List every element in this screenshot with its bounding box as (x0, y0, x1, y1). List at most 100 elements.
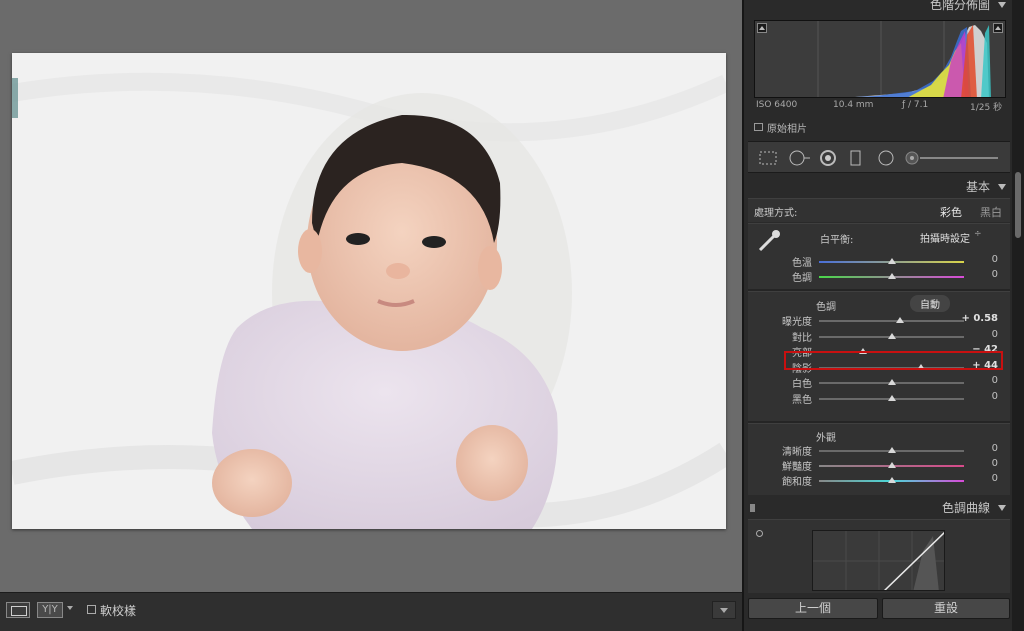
radial-filter-icon[interactable] (876, 150, 896, 166)
histogram-graph (754, 20, 1006, 98)
target-adjust-icon[interactable] (756, 530, 763, 537)
slider-label: 對比 (792, 332, 812, 344)
graduated-filter-icon[interactable] (848, 150, 864, 166)
previous-button[interactable]: 上一個 (748, 598, 878, 619)
slider-row: 黑色 0 (748, 391, 1010, 407)
slider-value[interactable]: 0 (958, 458, 998, 469)
slider-label: 白色 (792, 379, 812, 390)
tone-curve-graph[interactable] (812, 530, 945, 591)
treatment-label: 處理方式: (754, 208, 798, 219)
slider-track[interactable] (819, 394, 964, 401)
treatment-row: 處理方式: 彩色 黑白 (748, 198, 1010, 222)
slider-value[interactable]: 0 (958, 254, 998, 265)
histogram-plot (755, 21, 1005, 97)
exif-iso: ISO 6400 (756, 100, 798, 110)
basic-header[interactable]: 基本 (748, 178, 1010, 198)
slider-track[interactable] (819, 462, 964, 468)
slider-value[interactable]: 0 (958, 269, 998, 280)
slider-label: 飽和度 (782, 477, 812, 488)
exif-aperture: ƒ / 7.1 (902, 100, 929, 110)
soft-proof-checkbox[interactable] (87, 605, 96, 614)
slider-label: 色調 (792, 273, 812, 284)
collapse-triangle-icon[interactable] (998, 2, 1006, 8)
slider-row: 白色 0 (748, 375, 1010, 391)
slider-track[interactable] (819, 273, 964, 279)
original-photo-checkbox[interactable] (754, 123, 763, 131)
slider-knob[interactable] (887, 477, 896, 483)
histogram-title: 色階分佈圖 (929, 0, 990, 12)
slider-track[interactable] (819, 379, 964, 385)
tool-strip (748, 141, 1010, 173)
slider-value[interactable]: + 0.58 (958, 313, 998, 324)
chevron-down-icon[interactable] (67, 606, 73, 610)
slider-value[interactable]: 0 (958, 391, 998, 402)
treatment-color-button[interactable]: 彩色 (940, 204, 962, 220)
tone-curve-header[interactable]: 色調曲線 (748, 499, 1010, 519)
slider-track[interactable] (819, 332, 964, 339)
white-balance-label: 白平衡: (820, 235, 854, 246)
tone-curve-title: 色調曲線 (941, 501, 990, 515)
panel-scrollbar[interactable] (1012, 0, 1024, 631)
spot-removal-icon[interactable] (788, 150, 812, 166)
collapse-triangle-icon[interactable] (998, 184, 1006, 190)
exif-focal-length: 10.4 mm (833, 100, 874, 110)
presence-label: 外觀 (816, 433, 836, 444)
soft-proof-label: 軟校樣 (100, 604, 137, 618)
slider-value[interactable]: 0 (958, 473, 998, 484)
crop-icon[interactable] (758, 150, 778, 166)
reset-button[interactable]: 重設 (882, 598, 1010, 619)
slider-knob[interactable] (896, 317, 905, 323)
slider-row: 對比 0 (748, 329, 1010, 345)
slider-knob[interactable] (887, 258, 896, 264)
baby-photo[interactable] (12, 53, 726, 529)
slider-track[interactable] (819, 258, 964, 264)
auto-tone-button[interactable]: 自動 (910, 295, 950, 312)
adjustment-brush-icon[interactable] (904, 150, 1004, 166)
lightroom-develop-window: Y|Y 軟校樣 色階分佈圖 ISO 6400 10.4 mm ƒ / 7.1 1… (0, 0, 1024, 631)
photo-illustration (12, 53, 726, 529)
slider-label: 鮮豔度 (782, 462, 812, 473)
slider-track[interactable] (819, 447, 964, 453)
loupe-view-button[interactable] (6, 602, 30, 618)
slider-row: 色溫 0 (748, 254, 1010, 270)
exif-shutter: 1/25 秒 (970, 103, 1003, 113)
slider-label: 黑色 (792, 394, 812, 406)
slider-knob[interactable] (887, 462, 896, 468)
slider-row: 色調 0 (748, 269, 1010, 285)
slider-value[interactable]: 0 (958, 443, 998, 454)
slider-row: 飽和度 0 (748, 473, 1010, 489)
slider-knob[interactable] (887, 273, 896, 279)
slider-track[interactable] (819, 477, 964, 483)
red-eye-icon[interactable] (818, 150, 838, 166)
slider-row: 曝光度 + 0.58 (748, 313, 1010, 329)
slider-label: 色溫 (792, 258, 812, 269)
shadow-clipping-icon[interactable] (757, 23, 767, 33)
treatment-bw-button[interactable]: 黑白 (980, 204, 1002, 220)
scrollbar-thumb[interactable] (1015, 172, 1021, 238)
tone-label: 色調 (816, 302, 836, 313)
eyedropper-icon[interactable] (756, 228, 782, 254)
slider-knob[interactable] (887, 447, 896, 453)
slider-knob[interactable] (887, 379, 896, 385)
histogram-header[interactable]: 色階分佈圖 (748, 0, 1010, 16)
before-after-button[interactable]: Y|Y (37, 602, 63, 618)
slider-label: 曝光度 (782, 317, 812, 328)
slider-row: 清晰度 0 (748, 443, 1010, 459)
slider-value[interactable]: 0 (958, 329, 998, 340)
tone-curve-plot (813, 531, 944, 590)
slider-knob[interactable] (887, 394, 896, 401)
collapse-triangle-icon[interactable] (998, 505, 1006, 511)
right-panel: 色階分佈圖 ISO 6400 10.4 mm ƒ / 7.1 1/25 秒 原始… (742, 0, 1024, 631)
image-canvas (0, 0, 742, 592)
original-photo-label: 原始相片 (767, 124, 807, 135)
panel-button-bar: 上一個 重設 (748, 596, 1010, 622)
toolbar-menu-dropdown[interactable] (712, 601, 736, 619)
slider-value[interactable]: 0 (958, 375, 998, 386)
white-balance-dropdown[interactable]: 拍攝時設定 (920, 230, 970, 245)
slider-knob[interactable] (887, 332, 896, 339)
highlight-clipping-icon[interactable] (993, 23, 1003, 33)
panel-switch-icon[interactable] (750, 504, 755, 512)
chevron-updown-icon[interactable]: ÷ (974, 229, 982, 239)
highlights-annotation-box (784, 351, 1003, 370)
slider-track[interactable] (819, 317, 964, 323)
